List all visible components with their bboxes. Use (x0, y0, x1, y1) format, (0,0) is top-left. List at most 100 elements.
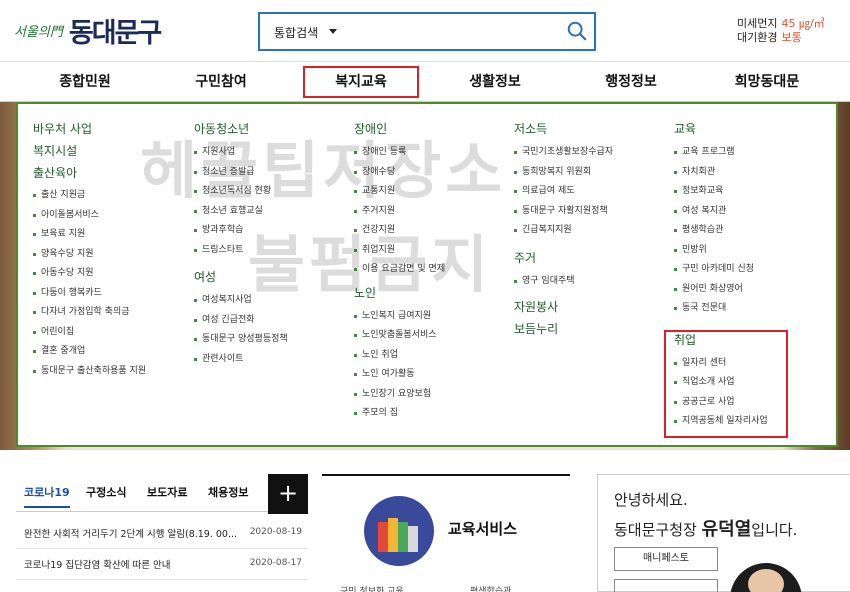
main-nav: 종합민원 구민참여 복지교육 생활정보 행정정보 희망동대문 (0, 62, 850, 102)
menu-heading[interactable]: 교육 (674, 118, 768, 140)
menu-item[interactable]: 여성 긴급전화 (194, 311, 288, 331)
menu-item[interactable]: 여성 복지관 (674, 202, 768, 222)
search-icon[interactable] (566, 20, 588, 42)
menu-item[interactable]: 보육료 지원 (33, 225, 146, 245)
chevron-down-icon[interactable] (329, 29, 337, 34)
menu-item[interactable]: 민방위 (674, 241, 768, 261)
menu-item[interactable]: 장애인 등록 (354, 143, 445, 163)
tab-press[interactable]: 보도자료 (147, 484, 187, 500)
menu-item[interactable]: 다자녀 가정입학 축의금 (33, 303, 146, 323)
menu-item[interactable]: 방과후학습 (194, 221, 288, 241)
search-scope-select[interactable]: 통합검색 (274, 24, 318, 41)
menu-item[interactable]: 의료급여 제도 (514, 182, 613, 202)
menu-item[interactable]: 긴급복지지원 (514, 221, 613, 241)
menu-item[interactable]: 영구 임대주택 (514, 272, 613, 292)
menu-item[interactable]: 어린이집 (33, 323, 146, 343)
menu-item[interactable]: 평생학습관 (674, 221, 768, 241)
menu-item[interactable]: 장애수당 (354, 163, 445, 183)
menu-heading[interactable]: 주거 (514, 247, 613, 269)
menu-item[interactable]: 청소년 증발급 (194, 163, 288, 183)
air-value-env: 보통 (781, 31, 802, 44)
menu-heading[interactable]: 보듬누리 (514, 318, 613, 340)
menu-item[interactable]: 결혼 중개업 (33, 342, 146, 362)
menu-item[interactable]: 주모의 집 (354, 404, 445, 424)
air-quality: 미세먼지 45 ㎍/㎥ 대기환경 보통 (737, 17, 825, 45)
menu-heading[interactable]: 여성 (194, 266, 288, 288)
menu-item[interactable]: 노인 여가활동 (354, 365, 445, 385)
list-item[interactable]: 완전한 사회적 거리두기 2단계 시행 알림(8.19. 00... 2020-… (16, 518, 308, 549)
greeting-line-1: 안녕하세요. (614, 491, 688, 509)
menu-item[interactable]: 구민 아카데미 신청 (674, 260, 768, 280)
nav-item-admin[interactable]: 행정정보 (576, 62, 686, 102)
nav-item-welfare[interactable]: 복지교육 (303, 66, 419, 98)
tab-gu-news[interactable]: 구정소식 (86, 484, 126, 500)
search-box[interactable]: 통합검색 (258, 12, 596, 51)
menu-item[interactable]: 동희망복지 위원회 (514, 163, 613, 183)
manifesto-button[interactable]: 매니페스토 (614, 547, 718, 571)
menu-heading[interactable]: 복지시설 (33, 140, 146, 162)
news-title[interactable]: 코로나19 집단감염 확산에 따른 안내 (24, 557, 244, 571)
edu-link[interactable]: 구민 정보화 교육 (340, 584, 404, 592)
nav-item-participation[interactable]: 구민참여 (166, 62, 276, 102)
menu-heading[interactable]: 자원봉사 (514, 296, 613, 318)
menu-item[interactable]: 동대문구 자활지원정책 (514, 202, 613, 222)
menu-col-lowincome: 저소득 국민기초생활보장수급자 동희망복지 위원회 의료급여 제도 동대문구 자… (514, 118, 613, 340)
menu-item[interactable]: 국민기초생활보장수급자 (514, 143, 613, 163)
menu-heading[interactable]: 노인 (354, 282, 445, 304)
menu-item[interactable]: 이용 요금감면 및 면제 (354, 260, 445, 280)
page: 서울의門 동대문구 통합검색 미세먼지 45 ㎍/㎥ 대기환경 보통 종합민원 구민… (0, 0, 850, 592)
menu-item[interactable]: 출산 지원금 (33, 186, 146, 206)
menu-item[interactable]: 양육수당 지원 (33, 245, 146, 265)
news-list: 완전한 사회적 거리두기 2단계 시행 알림(8.19. 00... 2020-… (16, 518, 308, 580)
menu-item[interactable]: 주거지원 (354, 202, 445, 222)
menu-item[interactable]: 동국 전문대 (674, 299, 768, 319)
menu-item[interactable]: 노인장기 요양보험 (354, 385, 445, 405)
logo-script: 서울의門 (14, 24, 63, 40)
menu-item[interactable]: 건강지원 (354, 221, 445, 241)
greeting-post: 입니다. (751, 521, 798, 539)
menu-heading[interactable]: 바우처 사업 (33, 118, 146, 140)
news-title[interactable]: 완전한 사회적 거리두기 2단계 시행 알림(8.19. 00... (24, 526, 244, 540)
menu-heading[interactable]: 출산육아 (33, 162, 146, 184)
more-button[interactable]: + (268, 474, 308, 514)
menu-item[interactable]: 원어민 화상영어 (674, 280, 768, 300)
news-tabs: 코로나19 구정소식 보도자료 채용정보 (16, 474, 308, 512)
menu-heading[interactable]: 아동청소년 (194, 118, 288, 140)
menu-item[interactable]: 관련사이트 (194, 350, 288, 370)
menu-item[interactable]: 드림스타트 (194, 241, 288, 261)
tab-recruit[interactable]: 채용정보 (208, 484, 248, 500)
menu-item[interactable]: 아이돌봄서비스 (33, 206, 146, 226)
menu-item[interactable]: 취업지원 (354, 241, 445, 261)
menu-item[interactable]: 교육 프로그램 (674, 143, 768, 163)
site-logo[interactable]: 서울의門 동대문구 (14, 10, 162, 50)
logo-name: 동대문구 (68, 17, 162, 49)
tab-corona[interactable]: 코로나19 (24, 484, 70, 508)
menu-item[interactable]: 교통지원 (354, 182, 445, 202)
secondary-button[interactable] (614, 579, 718, 592)
mayor-name: 유덕열 (701, 519, 752, 540)
menu-item[interactable]: 자치회관 (674, 163, 768, 183)
menu-item[interactable]: 정보화교육 (674, 182, 768, 202)
nav-item-life[interactable]: 생활정보 (440, 62, 550, 102)
edu-link[interactable]: 평생학습관 (470, 584, 511, 592)
edu-title: 교육서비스 (448, 520, 518, 538)
mayor-face (748, 569, 784, 592)
nav-item-hope[interactable]: 희망동대문 (712, 62, 822, 102)
menu-item[interactable]: 동대문구 양성평등정책 (194, 330, 288, 350)
menu-item[interactable]: 청소년 효행교실 (194, 202, 288, 222)
menu-item[interactable]: 다둥이 행복카드 (33, 284, 146, 304)
menu-item[interactable]: 아동수당 지원 (33, 264, 146, 284)
list-item[interactable]: 코로나19 집단감염 확산에 따른 안내 2020-08-17 (16, 549, 308, 580)
menu-heading[interactable]: 장애인 (354, 118, 445, 140)
menu-item[interactable]: 노인맞춤돌봄서비스 (354, 326, 445, 346)
menu-item[interactable]: 노인 취업 (354, 346, 445, 366)
greeting-line-2: 동대문구청장 유덕열입니다. (614, 515, 797, 541)
edu-service-panel[interactable]: 교육서비스 구민 정보화 교육 평생학습관 (322, 474, 570, 592)
menu-item[interactable]: 노인복지 급여지원 (354, 307, 445, 327)
menu-item[interactable]: 지원사업 (194, 143, 288, 163)
menu-heading[interactable]: 저소득 (514, 118, 613, 140)
menu-item[interactable]: 동대문구 출산축하용품 지원 (33, 362, 146, 382)
menu-item[interactable]: 청소년독서심 현황 (194, 182, 288, 202)
menu-item[interactable]: 여성복지사업 (194, 291, 288, 311)
nav-item-civil[interactable]: 종합민원 (30, 62, 140, 102)
